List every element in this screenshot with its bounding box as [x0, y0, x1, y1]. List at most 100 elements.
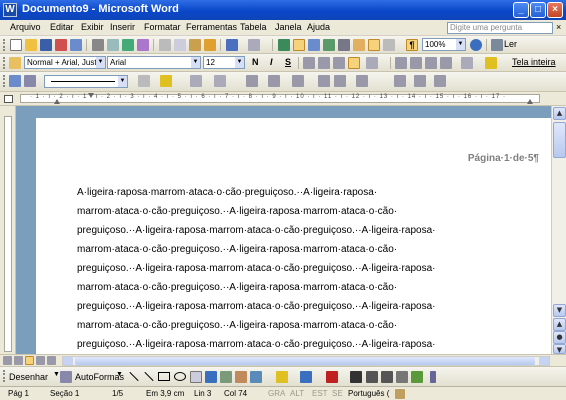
vertical-ruler[interactable] [0, 106, 16, 354]
edit-icon[interactable] [9, 75, 21, 87]
font-size-select[interactable]: 12 ▼ [203, 56, 245, 69]
rectangle-icon[interactable] [158, 372, 170, 381]
status-record[interactable]: GRA [268, 389, 285, 398]
diagram-icon[interactable] [220, 371, 232, 383]
text-box-icon[interactable] [190, 371, 202, 383]
paste-icon[interactable] [189, 39, 201, 51]
text-line[interactable]: preguiçoso.··A·ligeira·raposa·marrom·ata… [77, 263, 477, 274]
draw-menu-button[interactable]: Desenhar [9, 372, 48, 382]
hyperlink-icon[interactable] [278, 39, 290, 51]
document-map-icon[interactable] [368, 39, 380, 51]
line-icon[interactable] [129, 371, 139, 382]
first-line-indent-marker-icon[interactable] [88, 93, 94, 98]
insert-excel-icon[interactable] [323, 39, 335, 51]
document-page[interactable]: Página·1·de·5¶ A·ligeira·raposa·marrom·a… [36, 118, 551, 358]
web-view-icon[interactable] [14, 356, 23, 365]
tables-borders-icon[interactable] [293, 39, 305, 51]
scroll-down-icon[interactable]: ▼ [553, 304, 566, 317]
borders-icon[interactable] [461, 57, 473, 69]
line-style-icon[interactable] [350, 371, 362, 383]
line-style-select[interactable]: ▼ [44, 75, 128, 88]
menu-ferramentas[interactable]: Ferramentas [186, 22, 237, 32]
toolbar-grip[interactable] [3, 57, 6, 69]
normal-view-icon[interactable] [3, 356, 12, 365]
font-select[interactable]: Arial ▼ [107, 56, 201, 69]
arrow-style-icon[interactable] [381, 371, 393, 383]
cut-icon[interactable] [159, 39, 171, 51]
permission-icon[interactable] [55, 39, 67, 51]
status-extend[interactable]: EST [312, 389, 328, 398]
text-line[interactable]: preguiçoso.··A·ligeira·raposa·marrom·ata… [77, 339, 477, 350]
merge-cells-icon[interactable] [268, 75, 280, 87]
undo-icon[interactable] [226, 39, 238, 51]
oval-icon[interactable] [174, 372, 186, 381]
text-line[interactable]: A·ligeira·raposa·marrom·ataca·o·cão·preg… [77, 187, 477, 198]
status-track-changes[interactable]: ALT [290, 389, 304, 398]
word-logo-icon[interactable]: W [3, 3, 17, 17]
line-weight-icon[interactable] [138, 75, 150, 87]
scroll-up-icon[interactable]: ▲ [553, 107, 566, 120]
toolbar-grip[interactable] [3, 370, 6, 382]
reading-view-icon[interactable] [47, 356, 56, 365]
style-select[interactable]: Normal + Arial, Justi ▼ [24, 56, 106, 69]
chevron-down-icon[interactable]: ▼ [116, 371, 123, 378]
redo-icon[interactable] [248, 39, 260, 51]
left-indent-marker-icon[interactable] [54, 99, 60, 104]
text-line[interactable]: marrom·ataca·o·cão·preguiçoso.··A·ligeir… [77, 206, 477, 217]
maximize-button[interactable]: □ [530, 2, 546, 18]
previous-page-icon[interactable]: ▲ [553, 318, 566, 331]
toolbar-grip[interactable] [3, 39, 6, 51]
text-line[interactable]: preguiçoso.··A·ligeira·raposa·marrom·ata… [77, 225, 477, 236]
text-line[interactable]: preguiçoso.··A·ligeira·raposa·marrom·ata… [77, 301, 477, 312]
chevron-down-icon[interactable]: ▼ [96, 57, 105, 68]
print-layout-view-icon[interactable] [25, 356, 34, 365]
doc-close-icon[interactable]: × [556, 22, 561, 32]
styles-formatting-icon[interactable] [9, 57, 21, 69]
decrease-indent-icon[interactable] [425, 57, 437, 69]
underline-button[interactable]: S [285, 57, 291, 67]
align-center-icon[interactable] [318, 57, 330, 69]
document-area[interactable]: Página·1·de·5¶ A·ligeira·raposa·marrom·a… [16, 106, 551, 358]
next-page-icon[interactable]: ▼ [553, 344, 566, 354]
increase-indent-icon[interactable] [440, 57, 452, 69]
menu-janela[interactable]: Janela [275, 22, 302, 32]
horizontal-scroll-thumb[interactable] [75, 357, 535, 365]
chevron-down-icon[interactable]: ▼ [456, 39, 465, 50]
menu-arquivo[interactable]: Arquivo [10, 22, 41, 32]
font-color-icon[interactable] [485, 57, 497, 69]
draw-table-icon[interactable] [190, 75, 202, 87]
minimize-button[interactable]: _ [513, 2, 529, 18]
menu-tabela[interactable]: Tabela [240, 22, 267, 32]
chevron-down-icon[interactable]: ▼ [118, 76, 127, 87]
wordart-icon[interactable] [205, 371, 217, 383]
scroll-right-icon[interactable] [539, 357, 549, 365]
line-color-icon[interactable] [300, 371, 312, 383]
menu-editar[interactable]: Editar [50, 22, 74, 32]
scroll-thumb[interactable] [553, 122, 566, 158]
line-spacing-icon[interactable] [366, 57, 378, 69]
select-objects-icon[interactable] [60, 371, 72, 383]
read-button[interactable]: Ler [504, 39, 517, 49]
toolbar-grip[interactable] [3, 75, 6, 87]
shadow-style-icon[interactable] [396, 371, 408, 383]
horizontal-ruler[interactable]: · 1 · ı · 2 · ı · 1 · ı · 2 · ı · 3 · ı … [0, 92, 566, 106]
close-button[interactable]: × [547, 2, 563, 18]
format-painter-icon[interactable] [204, 39, 216, 51]
toolbar-options-icon[interactable] [430, 371, 436, 383]
save-icon[interactable] [40, 39, 52, 51]
vertical-scrollbar[interactable]: ▲ ▼ ▲ ● ▼ [551, 106, 566, 354]
menu-formatar[interactable]: Formatar [144, 22, 181, 32]
right-indent-marker-icon[interactable] [527, 99, 533, 104]
numbering-icon[interactable] [395, 57, 407, 69]
help-search-input[interactable]: Digite uma pergunta [447, 22, 553, 34]
zoom-select[interactable]: 100% ▼ [422, 38, 466, 51]
insert-table-icon[interactable] [246, 75, 258, 87]
italic-button[interactable]: I [270, 57, 273, 67]
align-right-icon[interactable] [333, 57, 345, 69]
browse-object-icon[interactable]: ● [553, 331, 566, 344]
font-color-icon[interactable] [326, 371, 338, 383]
text-line[interactable]: marrom·ataca·o·cão·preguiçoso.··A·ligeir… [77, 244, 477, 255]
text-line[interactable]: marrom·ataca·o·cão·preguiçoso.··A·ligeir… [77, 320, 477, 331]
pen-color-icon[interactable] [160, 75, 172, 87]
status-language[interactable]: Português ( [348, 389, 389, 398]
